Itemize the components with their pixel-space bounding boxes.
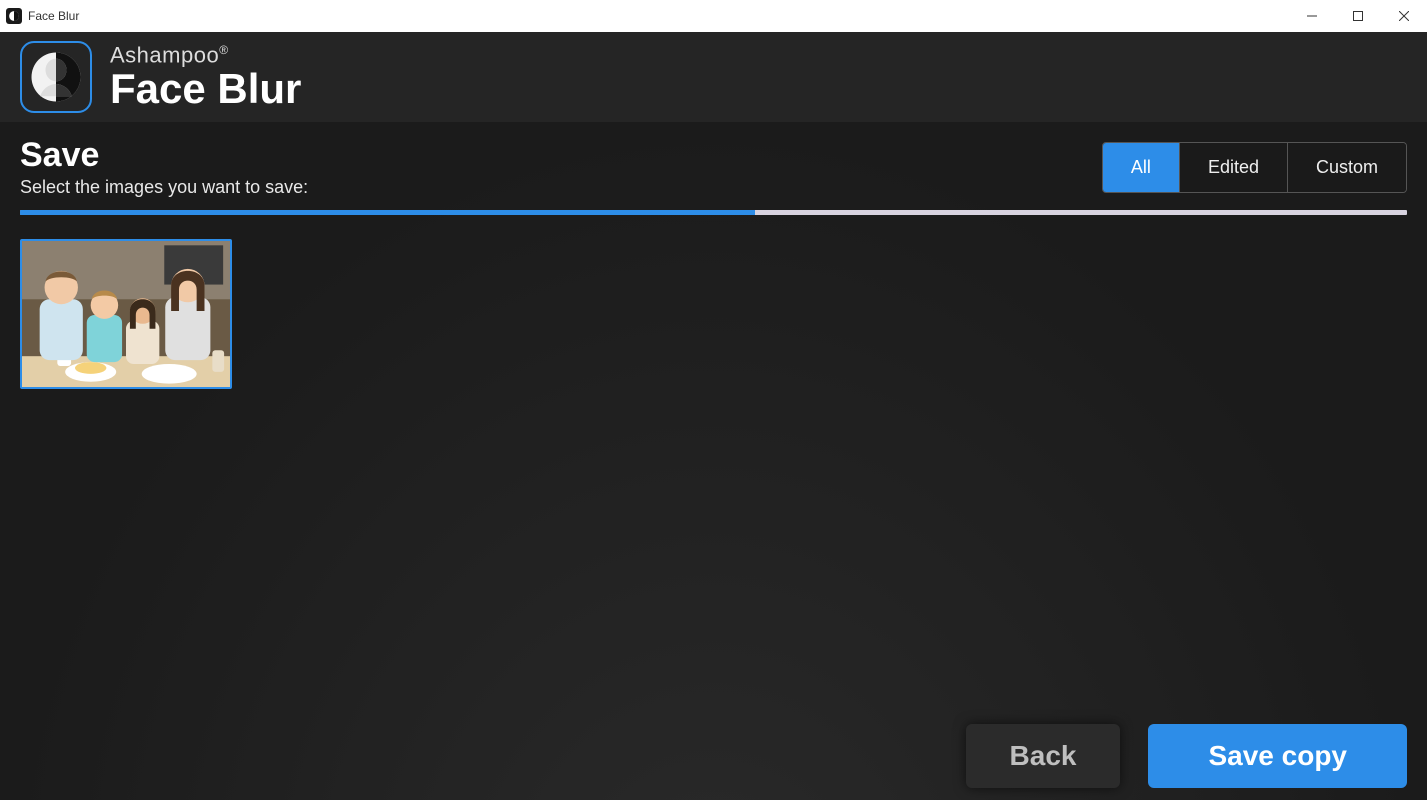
registered-mark: ® xyxy=(219,43,228,57)
tab-custom[interactable]: Custom xyxy=(1287,143,1406,192)
brand-header: Ashampoo® Face Blur xyxy=(0,32,1427,122)
footer-actions: Back Save copy xyxy=(966,724,1407,788)
minimize-button[interactable] xyxy=(1289,0,1335,32)
close-button[interactable] xyxy=(1381,0,1427,32)
main-content: Save Select the images you want to save:… xyxy=(0,122,1427,800)
app-icon xyxy=(6,8,22,24)
thumbnail-item[interactable] xyxy=(20,239,232,389)
back-button[interactable]: Back xyxy=(966,724,1121,788)
tab-all[interactable]: All xyxy=(1103,143,1179,192)
progress-fill xyxy=(20,210,755,215)
titlebar-left: Face Blur xyxy=(6,8,79,24)
filter-tabs: All Edited Custom xyxy=(1102,142,1407,193)
page-heading-block: Save Select the images you want to save: xyxy=(20,136,308,198)
progress-bar xyxy=(20,210,1407,215)
brand-text: Ashampoo® Face Blur xyxy=(110,44,301,110)
maximize-button[interactable] xyxy=(1335,0,1381,32)
app-window: Face Blur xyxy=(0,0,1427,800)
titlebar: Face Blur xyxy=(0,0,1427,32)
content-top-row: Save Select the images you want to save:… xyxy=(20,136,1407,198)
brand-icon xyxy=(20,41,92,113)
page-subtitle: Select the images you want to save: xyxy=(20,177,308,198)
window-controls xyxy=(1289,0,1427,32)
tab-edited[interactable]: Edited xyxy=(1179,143,1287,192)
window-title: Face Blur xyxy=(28,9,79,23)
thumbnail-area xyxy=(20,215,1407,800)
page-title: Save xyxy=(20,136,308,175)
brand-product: Face Blur xyxy=(110,68,301,110)
brand-company: Ashampoo® xyxy=(110,44,301,66)
save-copy-button[interactable]: Save copy xyxy=(1148,724,1407,788)
brand-company-name: Ashampoo xyxy=(110,42,219,67)
